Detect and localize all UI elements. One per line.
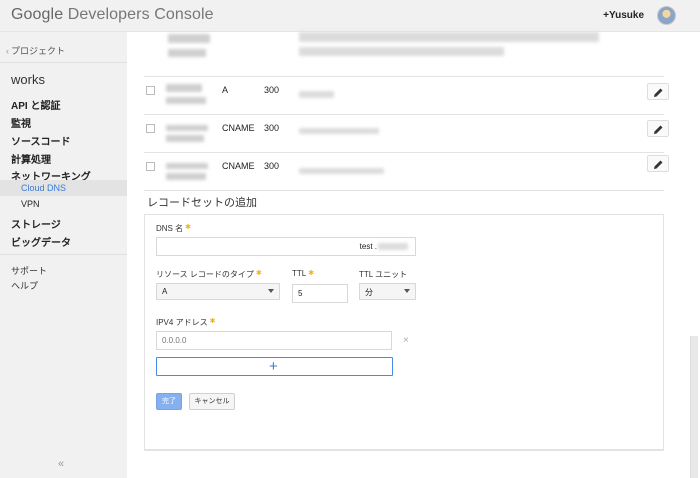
record-type-value: A: [162, 287, 168, 296]
divider: [0, 254, 127, 255]
pencil-icon: [654, 160, 663, 169]
divider: [144, 449, 664, 450]
record-ttl: 300: [264, 85, 280, 95]
sidebar-item-big-data[interactable]: ビッグデータ: [11, 234, 71, 249]
sidebar: ‹ プロジェクト works API と認証 監視 ソースコード 計算処理 ネット…: [0, 32, 127, 478]
ipv4-label: IPV4 アドレス ✱: [156, 317, 215, 328]
chevron-down-icon: [268, 289, 274, 293]
redacted-name: [166, 135, 204, 142]
add-record-set-form: DNS 名 ✱ test . リソース レコードのタイプ ✱ A TTL ✱ 5 TT…: [144, 214, 664, 451]
edit-record-button[interactable]: [647, 83, 669, 100]
chevron-left-icon: ‹: [6, 46, 9, 56]
redacted-data: [299, 128, 379, 134]
pencil-icon: [654, 125, 663, 134]
ipv4-address-input[interactable]: [156, 331, 392, 350]
row-checkbox[interactable]: [146, 124, 155, 133]
redacted-name: [166, 84, 202, 92]
table-row: CNAME 300: [144, 114, 669, 152]
record-ttl: 300: [264, 123, 280, 133]
divider: [0, 62, 127, 63]
sidebar-item-monitoring[interactable]: 監視: [11, 115, 31, 130]
done-button[interactable]: 完了: [156, 393, 182, 410]
add-address-button[interactable]: +: [156, 357, 393, 376]
redacted-data: [299, 47, 504, 56]
scrollbar[interactable]: [690, 336, 698, 478]
redacted-domain: [378, 243, 408, 250]
redacted-name: [166, 173, 206, 180]
remove-address-icon[interactable]: ×: [403, 335, 409, 346]
dns-name-label: DNS 名 ✱: [156, 223, 191, 234]
redacted-name: [166, 97, 206, 104]
sidebar-item-vpn[interactable]: VPN: [21, 199, 40, 209]
row-checkbox[interactable]: [146, 162, 155, 171]
ttl-label: TTL ✱: [292, 269, 314, 278]
row-checkbox[interactable]: [146, 86, 155, 95]
record-type: CNAME: [222, 123, 255, 133]
required-star-icon: ✱: [209, 318, 216, 325]
sidebar-item-compute[interactable]: 計算処理: [11, 151, 51, 166]
redacted-data: [299, 168, 384, 174]
console-logo[interactable]: Google Developers Console: [11, 6, 214, 24]
redacted-data: [299, 91, 334, 98]
redacted-name: [168, 49, 206, 57]
redacted-name: [168, 34, 210, 43]
record-type: CNAME: [222, 161, 255, 171]
ttl-unit-select[interactable]: 分: [359, 283, 416, 300]
record-type-select[interactable]: A: [156, 283, 280, 300]
ttl-label-text: TTL: [292, 269, 307, 278]
sidebar-item-cloud-dns[interactable]: Cloud DNS: [21, 183, 66, 193]
sidebar-item-support[interactable]: サポート: [11, 264, 47, 277]
ttl-unit-value: 分: [365, 288, 373, 297]
collapse-sidebar-icon[interactable]: «: [58, 458, 64, 470]
back-to-projects-link[interactable]: ‹ プロジェクト: [6, 44, 65, 57]
sidebar-item-help[interactable]: ヘルプ: [11, 279, 38, 292]
required-star-icon: ✱: [308, 270, 315, 277]
divider: [144, 190, 664, 191]
ttl-unit-label: TTL ユニット: [359, 270, 408, 279]
record-type-label: リソース レコードのタイプ ✱: [156, 269, 262, 280]
user-name[interactable]: +Yusuke: [603, 10, 644, 21]
redacted-data: [299, 32, 599, 42]
table-row: A 300: [144, 76, 669, 114]
edit-record-button[interactable]: [647, 155, 669, 172]
ttl-input[interactable]: 5: [292, 284, 348, 303]
redacted-name: [166, 125, 208, 131]
edit-record-button[interactable]: [647, 120, 669, 137]
dns-name-label-text: DNS 名: [156, 224, 184, 233]
avatar[interactable]: [657, 6, 676, 25]
sidebar-item-api[interactable]: API と認証: [11, 97, 60, 112]
ttl-value: 5: [298, 289, 303, 298]
main-content: A 300 CNAME 300 CNAME 300 レコードセットの追加 DNS…: [127, 32, 690, 478]
ipv4-label-text: IPV4 アドレス: [156, 318, 208, 327]
logo-google-text: Google: [11, 6, 64, 23]
plus-icon: +: [269, 358, 278, 375]
project-name: works: [11, 72, 45, 87]
record-type-label-text: リソース レコードのタイプ: [156, 270, 254, 279]
dns-name-input[interactable]: test .: [156, 237, 416, 256]
table-row: CNAME 300: [144, 152, 669, 190]
add-record-set-title: レコードセットの追加: [147, 197, 257, 209]
dns-name-suffix: test .: [359, 242, 377, 251]
cancel-button[interactable]: キャンセル: [189, 393, 235, 410]
sidebar-item-storage[interactable]: ストレージ: [11, 216, 61, 231]
chevron-down-icon: [404, 289, 410, 293]
required-star-icon: ✱: [185, 224, 191, 231]
logo-product-text: Developers Console: [67, 6, 214, 23]
record-type: A: [222, 85, 229, 95]
sidebar-item-source-code[interactable]: ソースコード: [11, 133, 71, 148]
redacted-name: [166, 163, 208, 169]
required-star-icon: ✱: [255, 270, 262, 277]
back-label: プロジェクト: [11, 46, 66, 56]
record-ttl: 300: [264, 161, 280, 171]
top-bar: Google Developers Console +Yusuke: [0, 0, 700, 32]
pencil-icon: [654, 88, 663, 97]
